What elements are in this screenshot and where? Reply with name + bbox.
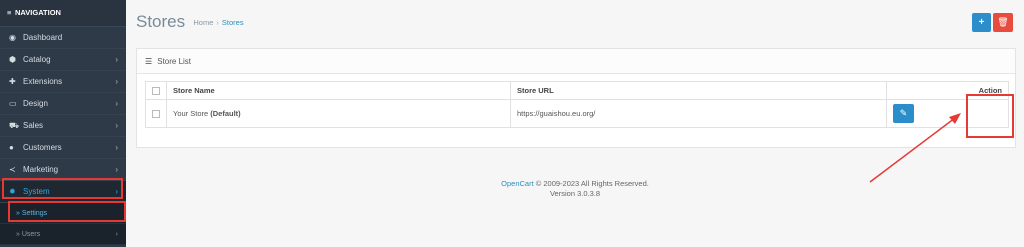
chevron-right-icon: › — [115, 187, 118, 196]
pencil-icon: ✎ — [899, 108, 908, 118]
chevron-right-icon: › — [115, 99, 118, 108]
sidebar-item-design[interactable]: ▭ Design › — [0, 93, 126, 115]
chevron-right-icon: › — [115, 77, 118, 86]
sidebar-item-label: Sales — [23, 121, 44, 130]
sidebar-item-label: Design — [23, 99, 48, 108]
menu-icon[interactable]: ≡ — [7, 0, 14, 26]
dashboard-icon: ◉ — [9, 33, 16, 42]
breadcrumb-home[interactable]: Home — [193, 18, 213, 27]
action-cell: ✎ — [886, 99, 1009, 128]
copyright-text: © 2009-2023 All Rights Reserved. — [533, 179, 649, 188]
sidebar-item-extensions[interactable]: ✚ Extensions › — [0, 71, 126, 93]
default-label: (Default) — [210, 109, 241, 118]
column-action: Action — [886, 81, 1009, 100]
list-icon: ☰ — [145, 57, 153, 66]
store-name-cell: Your Store (Default) — [166, 99, 511, 128]
edit-store-button[interactable]: ✎ — [893, 104, 914, 123]
panel-title: Store List — [157, 57, 192, 66]
sidebar: ≡ NAVIGATION ◉ Dashboard ⬢ Catalog › ✚ Extensio… — [0, 0, 126, 247]
share-icon: ≺ — [9, 165, 16, 174]
panel-heading: ☰ Store List — [137, 49, 1015, 74]
version-text: Version 3.0.3.8 — [549, 189, 601, 198]
opencart-link[interactable]: OpenCart — [501, 179, 534, 188]
sidebar-item-system[interactable]: ✹ System › — [0, 181, 126, 203]
main-content: Stores Home › Stores + 🗑 ☰ Store List Stor… — [126, 0, 1024, 247]
trash-icon: 🗑 — [997, 17, 1009, 27]
column-store-name[interactable]: Store Name — [166, 81, 511, 100]
chevron-right-icon: › — [115, 231, 118, 238]
sidebar-item-label: Extensions — [23, 77, 63, 86]
breadcrumb-separator: › — [216, 17, 219, 27]
select-all-checkbox[interactable] — [152, 87, 160, 95]
column-store-url[interactable]: Store URL — [510, 81, 887, 100]
chevron-right-icon: › — [115, 143, 118, 152]
page-title: Stores — [136, 12, 186, 31]
sidebar-item-label: Marketing — [23, 165, 59, 174]
table-row: Your Store (Default) https://guaishou.eu… — [145, 99, 1009, 128]
chevron-right-icon: › — [115, 121, 118, 130]
sidebar-item-marketing[interactable]: ≺ Marketing › — [0, 159, 126, 181]
store-table: Store Name Store URL Action Your Store (… — [145, 81, 1009, 128]
gear-icon: ✹ — [9, 187, 16, 196]
page-header: Stores Home › Stores — [136, 12, 244, 32]
plus-icon: + — [978, 17, 985, 28]
sidebar-item-customers[interactable]: ● Customers › — [0, 137, 126, 159]
tag-icon: ⬢ — [9, 55, 16, 64]
user-icon: ● — [9, 143, 14, 152]
nav-header-label: NAVIGATION — [15, 8, 61, 17]
sidebar-item-sales[interactable]: ⛟ Sales › — [0, 115, 126, 137]
breadcrumb-stores[interactable]: Stores — [222, 18, 244, 27]
table-header-row: Store Name Store URL Action — [145, 81, 1009, 100]
store-list-panel: ☰ Store List Store Name Store URL Action… — [136, 48, 1016, 148]
store-name: Your Store — [173, 109, 209, 118]
sidebar-item-label: Catalog — [23, 55, 51, 64]
sidebar-item-dashboard[interactable]: ◉ Dashboard — [0, 27, 126, 49]
select-all-cell — [145, 81, 167, 100]
sidebar-item-label: System — [23, 187, 50, 196]
submenu-item-users[interactable]: » Users › — [0, 224, 126, 245]
sidebar-item-label: Customers — [23, 143, 62, 152]
puzzle-icon: ✚ — [9, 77, 16, 86]
chevron-right-icon: › — [115, 55, 118, 64]
breadcrumb: Home › Stores — [193, 18, 243, 27]
row-checkbox-cell — [145, 99, 167, 128]
sidebar-menu: ◉ Dashboard ⬢ Catalog › ✚ Extensions › ▭ Design › ⛟… — [0, 27, 126, 245]
sidebar-item-catalog[interactable]: ⬢ Catalog › — [0, 49, 126, 71]
chevron-right-icon: › — [115, 165, 118, 174]
add-store-button[interactable]: + — [972, 13, 991, 32]
row-checkbox[interactable] — [152, 110, 160, 118]
sidebar-item-label: Dashboard — [23, 33, 63, 42]
delete-store-button[interactable]: 🗑 — [993, 13, 1013, 32]
cart-icon: ⛟ — [9, 121, 20, 130]
footer: OpenCart © 2009-2023 All Rights Reserved… — [126, 179, 1024, 199]
store-url-cell: https://guaishou.eu.org/ — [510, 99, 887, 128]
monitor-icon: ▭ — [9, 99, 17, 108]
nav-header[interactable]: ≡ NAVIGATION — [0, 0, 126, 27]
submenu-item-settings[interactable]: » Settings — [0, 203, 126, 224]
